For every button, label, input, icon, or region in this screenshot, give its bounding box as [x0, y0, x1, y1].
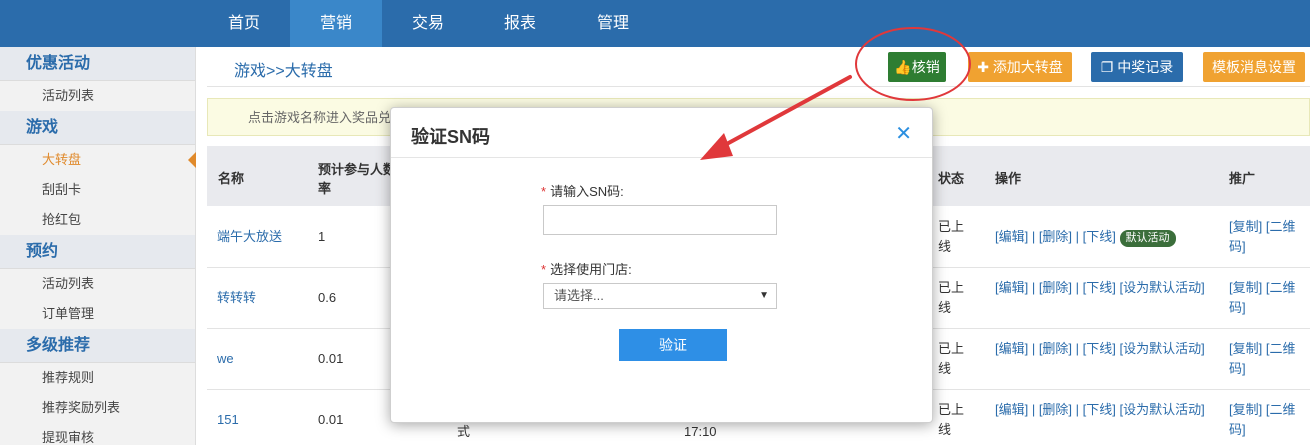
row-name-link[interactable]: 端午大放送: [217, 227, 282, 247]
header-promo: 推广: [1229, 171, 1256, 186]
row-rate: 1: [318, 229, 326, 244]
row-name-link[interactable]: 转转转: [217, 288, 256, 308]
header-ops: 操作: [995, 171, 1022, 186]
header-name: 名称: [218, 171, 245, 186]
divider: [207, 86, 1310, 87]
row-rate: 0.01: [318, 412, 344, 427]
row-rate: 0.01: [318, 351, 344, 366]
store-label-text: 选择使用门店:: [550, 262, 632, 277]
header-expected-rate: 率: [318, 181, 332, 196]
sidebar-item-booking-list[interactable]: 活动列表: [0, 269, 195, 299]
sn-label-text: 请输入SN码:: [550, 184, 624, 199]
sidebar-item-scratch-card[interactable]: 刮刮卡: [0, 175, 195, 205]
verify-sn-dialog: 验证SN码 ✕ * 请输入SN码: * 选择使用门店: 请选择... ▼ 验证: [390, 107, 933, 423]
sidebar-item-referral-rules[interactable]: 推荐规则: [0, 363, 195, 393]
header-expected: 预计参与人数: [318, 162, 397, 177]
row-rate: 0.6: [318, 290, 337, 305]
win-records-label: 中奖记录: [1117, 59, 1174, 75]
thumb-icon: 👍: [894, 59, 912, 75]
add-wheel-label: 添加大转盘: [992, 59, 1063, 75]
win-records-button[interactable]: ❐ 中奖记录: [1091, 52, 1183, 82]
row-promo[interactable]: [复制] [二维码]: [1229, 217, 1303, 257]
sn-label: * 请输入SN码:: [541, 181, 624, 200]
template-settings-button[interactable]: 模板消息设置: [1203, 52, 1305, 82]
row-promo[interactable]: [复制] [二维码]: [1229, 278, 1303, 318]
header-status: 状态: [938, 171, 965, 186]
tab-reports[interactable]: 报表: [474, 0, 566, 47]
verify-button-label: 核销: [911, 59, 940, 75]
row-ops[interactable]: [编辑] | [删除] | [下线] 默认活动: [995, 227, 1176, 247]
store-select-value: 请选择...: [554, 288, 604, 303]
store-label: * 选择使用门店:: [541, 259, 632, 278]
close-icon[interactable]: ✕: [895, 121, 912, 146]
row-ops[interactable]: [编辑] | [删除] | [下线] [设为默认活动]: [995, 400, 1210, 420]
dialog-header: 验证SN码 ✕: [391, 108, 932, 158]
sidebar-item-red-packet[interactable]: 抢红包: [0, 205, 195, 235]
dialog-title: 验证SN码: [411, 127, 491, 147]
sidebar-item-activity-list[interactable]: 活动列表: [0, 81, 195, 111]
breadcrumb: 游戏>>大转盘: [234, 63, 333, 80]
row-status: 已上线: [938, 280, 965, 315]
sidebar-item-referral-rewards[interactable]: 推荐奖励列表: [0, 393, 195, 423]
sidebar-group-games[interactable]: 游戏: [0, 111, 195, 145]
tab-manage[interactable]: 管理: [567, 0, 659, 47]
sidebar: 优惠活动 活动列表 游戏 大转盘 刮刮卡 抢红包 预约 活动列表 订单管理 多级…: [0, 47, 196, 445]
sn-input[interactable]: [543, 205, 777, 235]
sidebar-item-label: 大转盘: [42, 152, 82, 167]
sidebar-group-referral[interactable]: 多级推荐: [0, 329, 195, 363]
tab-trade[interactable]: 交易: [382, 0, 474, 47]
row-style-fragment: 式: [457, 424, 471, 439]
sidebar-item-withdraw-review[interactable]: 提现审核: [0, 423, 195, 445]
row-ops-links[interactable]: [编辑] | [删除] | [下线]: [995, 229, 1116, 244]
plus-icon: ✚: [977, 59, 989, 75]
top-nav: 首页 营销 交易 报表 管理: [0, 0, 1310, 47]
sidebar-item-orders[interactable]: 订单管理: [0, 299, 195, 329]
verify-button[interactable]: 👍核销: [888, 52, 946, 82]
active-indicator-icon: [188, 152, 196, 168]
row-name-link[interactable]: we: [217, 349, 234, 369]
store-select[interactable]: 请选择... ▼: [543, 283, 777, 309]
tab-home[interactable]: 首页: [198, 0, 290, 47]
required-mark: *: [541, 262, 547, 277]
verify-submit-button[interactable]: 验证: [619, 329, 727, 361]
sidebar-group-booking[interactable]: 预约: [0, 235, 195, 269]
row-status: 已上线: [938, 341, 965, 376]
default-badge: 默认活动: [1119, 230, 1176, 247]
row-time-fragment: 17:10: [684, 424, 717, 439]
tab-marketing[interactable]: 营销: [290, 0, 382, 47]
add-wheel-button[interactable]: ✚ 添加大转盘: [968, 52, 1072, 82]
caret-down-icon: ▼: [759, 290, 769, 301]
row-promo[interactable]: [复制] [二维码]: [1229, 339, 1303, 379]
row-status: 已上线: [938, 402, 965, 437]
required-mark: *: [541, 184, 547, 199]
copy-icon: ❐: [1100, 59, 1114, 75]
row-promo[interactable]: [复制] [二维码]: [1229, 400, 1303, 440]
sidebar-item-wheel[interactable]: 大转盘: [0, 145, 196, 175]
row-status: 已上线: [938, 219, 965, 254]
row-name-link[interactable]: 151: [217, 410, 239, 430]
row-ops[interactable]: [编辑] | [删除] | [下线] [设为默认活动]: [995, 278, 1210, 298]
row-ops[interactable]: [编辑] | [删除] | [下线] [设为默认活动]: [995, 339, 1210, 359]
sidebar-group-promotions[interactable]: 优惠活动: [0, 47, 195, 81]
